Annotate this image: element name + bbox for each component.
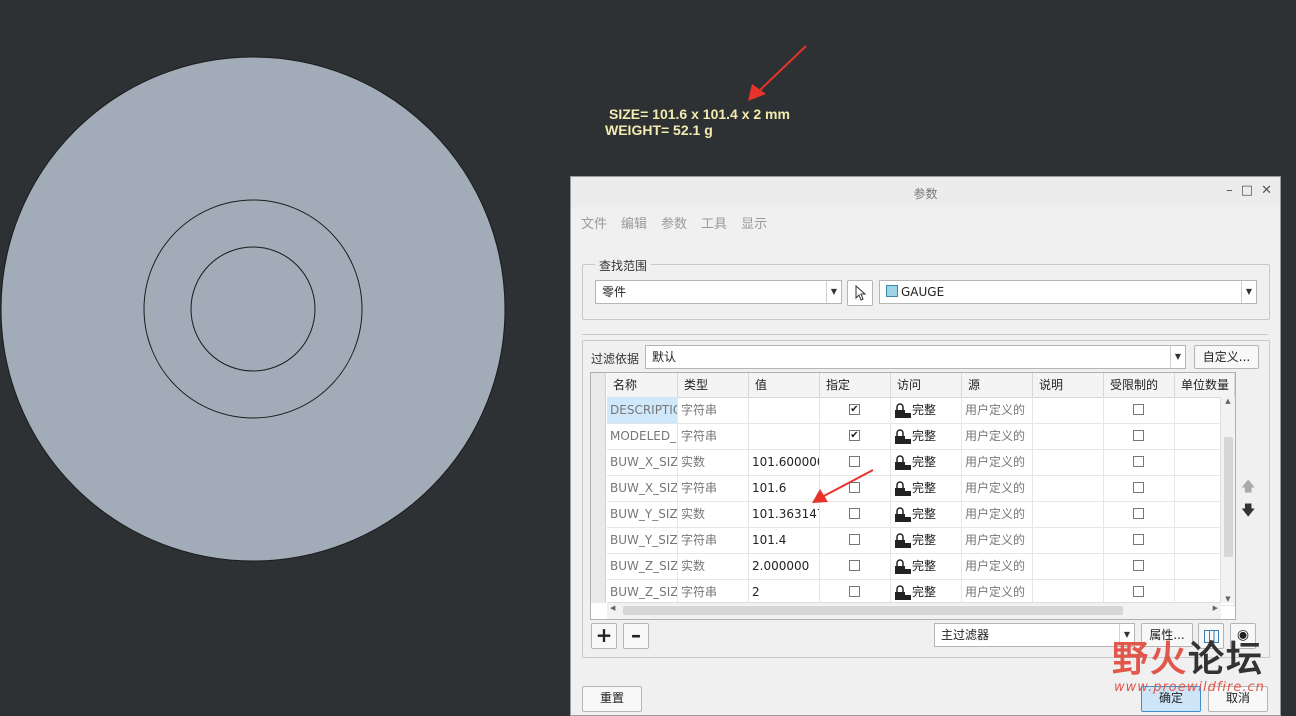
- watermark-brand-dark: 论坛: [1188, 639, 1265, 680]
- main-filter-value: 主过滤器: [941, 628, 990, 642]
- watermark-logo: 野火论坛: [1112, 630, 1264, 682]
- value-annotation-arrow: [812, 469, 874, 503]
- reset-button[interactable]: 重置: [582, 686, 642, 712]
- remove-parameter-button[interactable]: –: [623, 623, 649, 649]
- add-parameter-button[interactable]: +: [591, 623, 617, 649]
- main-filter-select[interactable]: 主过滤器 ▼: [934, 623, 1135, 647]
- watermark-brand-red: 野火: [1112, 639, 1189, 680]
- watermark-url: www.proewildfire.cn: [1114, 680, 1265, 695]
- minus-icon: –: [631, 623, 641, 647]
- plus-icon: +: [595, 623, 613, 647]
